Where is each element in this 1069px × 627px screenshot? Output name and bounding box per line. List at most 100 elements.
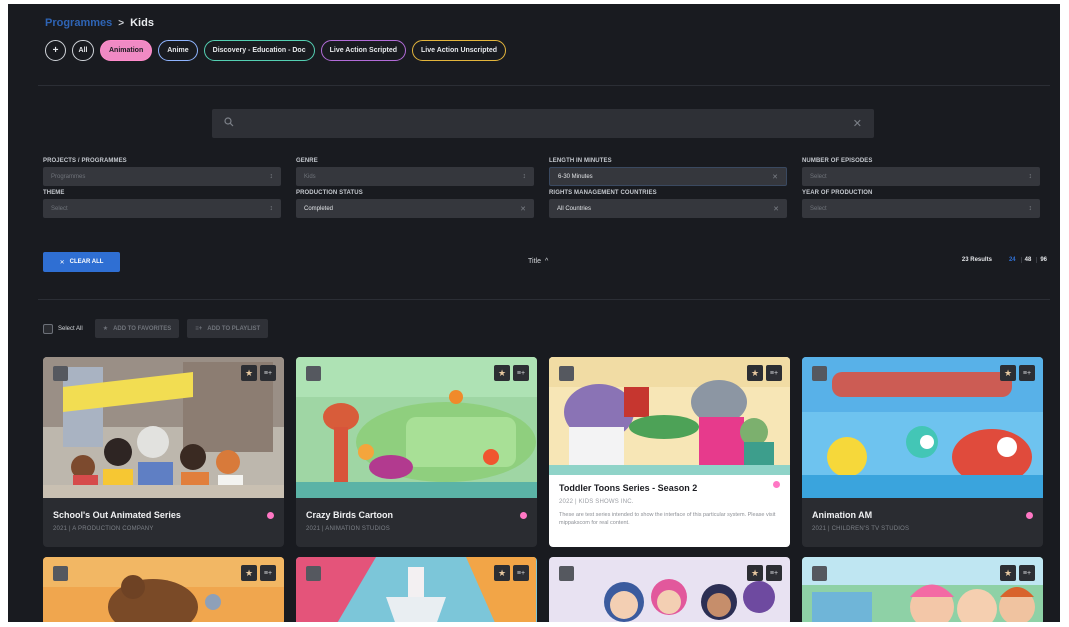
page-size-selector: 24 48 96 [1006,257,1050,263]
select-all-label: Select All [58,325,83,332]
card-select-checkbox[interactable] [812,566,827,581]
dropdown-arrow-icon[interactable]: ↕ [523,173,527,180]
filter-select[interactable]: Select ↕ [43,199,281,218]
filter-label: THEME [43,190,65,196]
playlist-add-icon[interactable]: ≡+ [260,365,276,381]
programme-title[interactable]: Toddler Toons Series - Season 2 [559,483,780,493]
star-icon[interactable]: ★ [1000,365,1016,381]
filter-field: YEAR OF PRODUCTION Select ↕ [802,190,1040,218]
filter-field: RIGHTS MANAGEMENT COUNTRIES All Countries… [549,190,787,218]
search-bar[interactable]: ✕ [212,109,874,138]
add-to-playlist-button[interactable]: ≡+ ADD TO PLAYLIST [187,319,269,338]
genre-chip[interactable]: + [45,40,66,61]
star-icon[interactable]: ★ [494,365,510,381]
filter-select[interactable]: All Countries ✕ [549,199,787,218]
select-all[interactable]: Select All [43,323,83,334]
programme-card[interactable]: ★ ≡+ [549,557,790,622]
filter-value: Select [810,173,827,180]
dropdown-arrow-icon[interactable]: ↕ [1029,173,1033,180]
dropdown-arrow-icon[interactable]: ↕ [270,173,274,180]
playlist-add-icon[interactable]: ≡+ [766,565,782,581]
programme-card[interactable]: ★ ≡+ [43,557,284,622]
card-select-checkbox[interactable] [559,566,574,581]
filter-select[interactable]: Completed ✕ [296,199,534,218]
filter-panel: PROJECTS / PROGRAMMES Programmes ↕ GENRE Kid… [43,158,1043,218]
search-icon [224,117,234,130]
page-size-option[interactable]: 48 [1020,257,1035,263]
programme-title[interactable]: Crazy Birds Cartoon [306,510,527,520]
card-select-checkbox[interactable] [53,566,68,581]
filter-select[interactable]: Programmes ↕ [43,167,281,186]
programme-grid: ★ ≡+ School's Out Animated Series 2021 | A … [43,357,1043,622]
genre-chip[interactable]: Animation [100,40,153,61]
programme-description: These are test series intended to show t… [559,512,776,526]
genre-chip-bar: + All Animation Anime Discovery - Education … [45,40,507,61]
close-icon: ✕ [59,259,65,266]
filter-field: NUMBER OF EPISODES Select ↕ [802,158,1040,186]
clear-search-icon[interactable]: ✕ [853,117,862,130]
add-to-favorites-button[interactable]: ★ ADD TO FAVORITES [94,319,180,338]
programme-meta: 2021 | A PRODUCTION COMPANY [53,526,154,532]
playlist-add-icon[interactable]: ≡+ [260,565,276,581]
programme-title[interactable]: Animation AM [812,510,1033,520]
card-select-checkbox[interactable] [306,566,321,581]
filter-select[interactable]: Select ↕ [802,199,1040,218]
playlist-add-icon[interactable]: ≡+ [766,365,782,381]
filter-select[interactable]: 6-30 Minutes ✕ [549,167,787,186]
add-to-playlist-label: ADD TO PLAYLIST [207,325,261,332]
filter-value: Completed [304,205,334,212]
playlist-add-icon[interactable]: ≡+ [1019,565,1035,581]
star-icon[interactable]: ★ [241,365,257,381]
card-select-checkbox[interactable] [53,366,68,381]
select-all-checkbox[interactable] [43,323,53,334]
genre-chip[interactable]: Discovery - Education - Doc [203,40,315,61]
card-select-checkbox[interactable] [559,366,574,381]
playlist-add-icon[interactable]: ≡+ [1019,365,1035,381]
genre-dot [1026,512,1033,519]
programme-meta: 2021 | CHILDREN'S TV STUDIOS [812,526,910,532]
programme-card[interactable]: ★ ≡+ School's Out Animated Series 2021 | A … [43,357,284,547]
genre-chip[interactable]: Live Action Scripted [320,40,407,61]
playlist-add-icon: ≡+ [195,325,203,332]
filter-select[interactable]: Select ↕ [802,167,1040,186]
clear-filter-icon[interactable]: ✕ [772,173,778,181]
star-icon[interactable]: ★ [241,565,257,581]
card-select-checkbox[interactable] [812,366,827,381]
sort-ascending-icon: ^ [544,258,549,265]
filter-value: Kids [304,173,316,180]
filter-field: THEME Select ↕ [43,190,281,218]
clear-all-button[interactable]: ✕ CLEAR ALL [43,252,120,272]
sort-control[interactable]: Title ^ [528,258,548,265]
star-icon[interactable]: ★ [494,565,510,581]
programme-card[interactable]: ★ ≡+ Crazy Birds Cartoon 2021 | ANIMATION S… [296,357,537,547]
clear-filter-icon[interactable]: ✕ [520,205,526,213]
genre-chip[interactable]: Live Action Unscripted [412,40,507,61]
clear-filter-icon[interactable]: ✕ [773,205,779,213]
genre-chip[interactable]: Anime [158,40,198,61]
card-select-checkbox[interactable] [306,366,321,381]
star-icon[interactable]: ★ [747,565,763,581]
breadcrumb: Programmes > Kids [45,17,154,29]
filter-select[interactable]: Kids ↕ [296,167,534,186]
dropdown-arrow-icon[interactable]: ↕ [1029,205,1033,212]
sort-label: Title [528,258,541,265]
programme-meta: 2022 | KIDS SHOWS INC. [559,499,634,505]
filter-value: Programmes [51,173,86,180]
star-icon[interactable]: ★ [747,365,763,381]
playlist-add-icon[interactable]: ≡+ [513,365,529,381]
programme-title[interactable]: School's Out Animated Series [53,510,274,520]
programme-card[interactable]: ★ ≡+ [296,557,537,622]
programme-card[interactable]: ★ ≡+ Toddler Toons Series - Season 2 2022 |… [549,357,790,547]
programme-card[interactable]: ★ ≡+ [802,557,1043,622]
playlist-add-icon[interactable]: ≡+ [513,565,529,581]
genre-chip[interactable]: All [72,40,94,61]
programme-meta: 2021 | ANIMATION STUDIOS [306,526,390,532]
breadcrumb-programmes-link[interactable]: Programmes [45,17,112,29]
filter-label: RIGHTS MANAGEMENT COUNTRIES [549,190,657,196]
filter-value: All Countries [557,205,592,212]
dropdown-arrow-icon[interactable]: ↕ [270,205,274,212]
page-size-option[interactable]: 24 [1006,257,1019,263]
programme-card[interactable]: ★ ≡+ Animation AM 2021 | CHILDREN'S TV STUD… [802,357,1043,547]
page-size-option[interactable]: 96 [1036,257,1050,263]
star-icon[interactable]: ★ [1000,565,1016,581]
